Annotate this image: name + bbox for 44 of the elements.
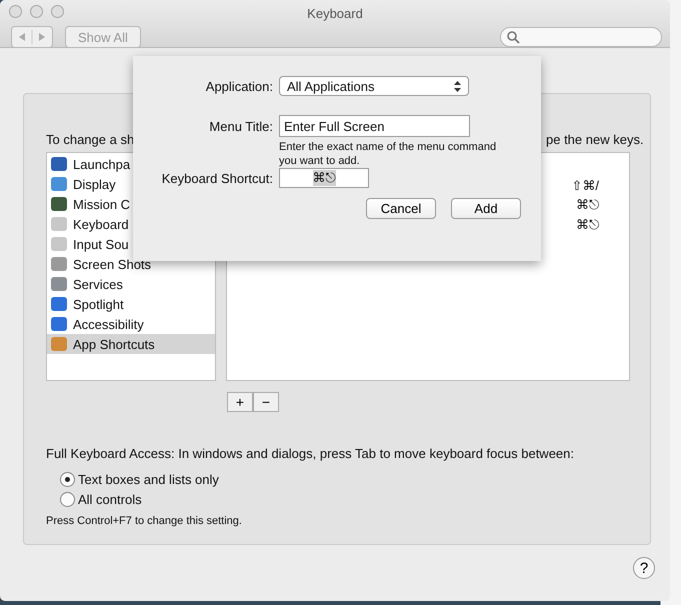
shortcut-keys: ⌘⎋: [576, 197, 599, 213]
menu-title-field[interactable]: Enter Full Screen: [279, 115, 470, 137]
window-control-icon[interactable]: [51, 5, 64, 18]
note-text: Press Control+F7 to change this setting.: [46, 515, 243, 527]
dialog-button[interactable]: Add: [451, 198, 521, 219]
category-icon: [51, 337, 67, 351]
window-control-icon[interactable]: [30, 5, 43, 18]
list-edit-button[interactable]: +: [227, 392, 253, 412]
back-forward-control[interactable]: [11, 26, 53, 48]
search-field[interactable]: [500, 27, 662, 47]
field-label: Keyboard Shortcut:: [160, 170, 273, 186]
radio-label[interactable]: All controls: [78, 492, 142, 506]
category-item[interactable]: Spotlight: [47, 294, 215, 314]
category-item[interactable]: App Shortcuts: [47, 334, 215, 354]
radio-button[interactable]: [60, 472, 75, 486]
category-item[interactable]: Services: [47, 274, 215, 294]
field-label: Application:: [204, 78, 273, 94]
category-item[interactable]: Accessibility: [47, 314, 215, 334]
list-edit-button[interactable]: −: [253, 392, 279, 412]
window-title: Keyboard: [307, 6, 363, 21]
shortcut-field[interactable]: ⌘⎋: [279, 168, 369, 188]
search-icon: [507, 30, 520, 44]
category-icon: [51, 277, 67, 291]
radio-button[interactable]: [60, 492, 75, 506]
category-icon: [51, 257, 67, 271]
instruction-text: pe the new keys.: [546, 132, 644, 149]
help-button[interactable]: ?: [633, 557, 655, 579]
category-icon: [51, 197, 67, 211]
keyboard-access-text: Full Keyboard Access: In windows and dialogs, press Tab to move keyboard focus between:: [46, 446, 575, 461]
category-icon: [51, 317, 67, 331]
category-icon: [51, 237, 67, 251]
field-label: Menu Title:: [208, 118, 273, 134]
radio-label[interactable]: Text boxes and lists only: [78, 472, 219, 486]
window-control-icon[interactable]: [9, 5, 22, 18]
stepper-arrows-icon: [454, 80, 461, 92]
category-icon: [51, 177, 67, 191]
category-icon: [51, 157, 67, 171]
application-popup[interactable]: All Applications: [279, 76, 469, 96]
category-icon: [51, 217, 67, 231]
shortcut-keys: ⌘⎋: [576, 217, 599, 233]
hint-text: Enter the exact name of the menu command you want to add.: [279, 140, 498, 168]
shortcut-keys: ⇧⌘/: [571, 178, 599, 192]
dialog-button[interactable]: Cancel: [366, 198, 436, 219]
category-icon: [51, 297, 67, 311]
